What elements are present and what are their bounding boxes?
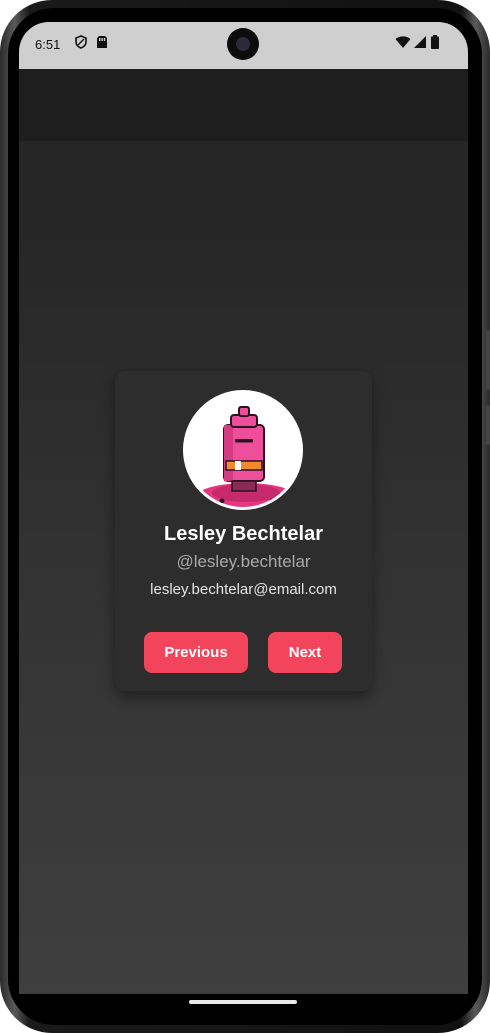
robot-avatar-icon <box>183 390 303 510</box>
profile-username: @lesley.bechtelar <box>176 552 311 571</box>
status-time: 6:51 <box>35 37 61 52</box>
volume-button <box>486 330 490 390</box>
power-button <box>486 405 490 445</box>
header-band <box>19 141 468 241</box>
profile-name: Lesley Bechtelar <box>164 523 323 545</box>
home-indicator[interactable] <box>189 1000 297 1004</box>
screen: 6:51 Lesley Bechtelar @lesley.bechtelar … <box>19 22 468 1012</box>
next-button[interactable]: Next <box>268 632 342 673</box>
sim-card-icon <box>95 35 109 49</box>
previous-button[interactable]: Previous <box>144 632 248 673</box>
battery-icon <box>430 35 440 49</box>
profile-email: lesley.bechtelar@email.com <box>150 581 337 598</box>
phone-frame: 6:51 Lesley Bechtelar @lesley.bechtelar … <box>0 0 490 1033</box>
app-bar <box>19 69 468 141</box>
status-bar: 6:51 <box>19 22 468 69</box>
signal-icon <box>413 35 427 49</box>
wifi-icon <box>395 35 411 49</box>
navigation-bar <box>19 994 468 1012</box>
profile-card: Lesley Bechtelar @lesley.bechtelar lesle… <box>115 371 372 691</box>
front-camera <box>227 28 259 60</box>
shield-icon <box>74 35 88 49</box>
